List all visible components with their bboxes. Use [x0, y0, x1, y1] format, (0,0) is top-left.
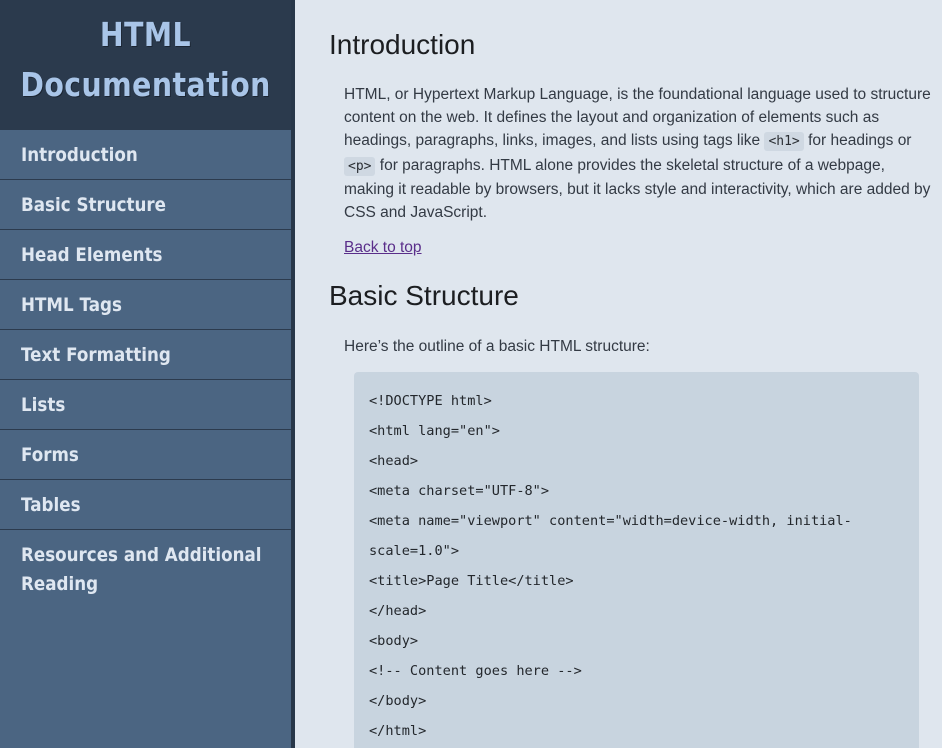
sidebar-header: HTML Documentation	[0, 0, 291, 130]
introduction-heading: Introduction	[329, 29, 476, 60]
sidebar-item-tables: Tables	[0, 480, 291, 530]
sidebar-item-basic-structure: Basic Structure	[0, 180, 291, 230]
nav-link-head-elements[interactable]: Head Elements	[21, 241, 240, 270]
back-to-top-link[interactable]: Back to top	[344, 239, 422, 257]
basic-structure-heading: Basic Structure	[329, 280, 519, 311]
site-title-line2: Documentation	[20, 65, 271, 104]
code-line: scale=1.0">	[369, 543, 460, 559]
code-line: </body>	[369, 693, 427, 709]
sidebar-item-text-formatting: Text Formatting	[0, 330, 291, 380]
nav-link-lists[interactable]: Lists	[21, 391, 240, 420]
code-line: <meta charset="UTF-8">	[369, 483, 550, 499]
code-line: <title>Page Title</title>	[369, 573, 574, 589]
sidebar-item-html-tags: HTML Tags	[0, 280, 291, 330]
site-title: HTML Documentation	[20, 10, 270, 110]
code-line: <meta name="viewport" content="width=dev…	[369, 513, 852, 529]
introduction-paragraph: HTML, or Hypertext Markup Language, is t…	[344, 83, 934, 224]
code-line: <!DOCTYPE html>	[369, 393, 492, 409]
sidebar-item-forms: Forms	[0, 430, 291, 480]
intro-text-2: for headings or	[803, 132, 912, 150]
sidebar-item-head-elements: Head Elements	[0, 230, 291, 280]
nav-link-forms[interactable]: Forms	[21, 441, 240, 470]
code-block: <!DOCTYPE html> <html lang="en"> <head> <me…	[354, 372, 919, 748]
inline-code-h1: <h1>	[764, 132, 804, 152]
code-line: <body>	[369, 633, 419, 649]
intro-text-3: for paragraphs. HTML alone provides the …	[344, 156, 931, 222]
sidebar-item-resources: Resources and Additional Reading	[0, 530, 291, 610]
code-line: <!-- Content goes here -->	[369, 663, 582, 679]
main-content: Introduction HTML, or Hypertext Markup L…	[295, 0, 942, 748]
code-line: <html lang="en">	[369, 423, 500, 439]
nav-link-resources[interactable]: Resources and Additional Reading	[21, 541, 285, 599]
nav-link-basic-structure[interactable]: Basic Structure	[21, 191, 240, 220]
sidebar: HTML Documentation Introduction Basic St…	[0, 0, 295, 748]
code-line: </head>	[369, 603, 427, 619]
code-line: <head>	[369, 453, 419, 469]
code-line: </html>	[369, 723, 427, 739]
basic-structure-intro: Here’s the outline of a basic HTML struc…	[344, 338, 650, 355]
inline-code-p: <p>	[344, 156, 376, 176]
nav-link-html-tags[interactable]: HTML Tags	[21, 291, 240, 320]
nav-link-text-formatting[interactable]: Text Formatting	[21, 341, 240, 370]
site-title-line1: HTML	[99, 15, 192, 54]
sidebar-item-introduction: Introduction	[0, 130, 291, 180]
nav-link-introduction[interactable]: Introduction	[21, 141, 240, 170]
sidebar-nav: Introduction Basic Structure Head Elemen…	[0, 130, 291, 610]
sidebar-item-lists: Lists	[0, 380, 291, 430]
nav-link-tables[interactable]: Tables	[21, 491, 240, 520]
